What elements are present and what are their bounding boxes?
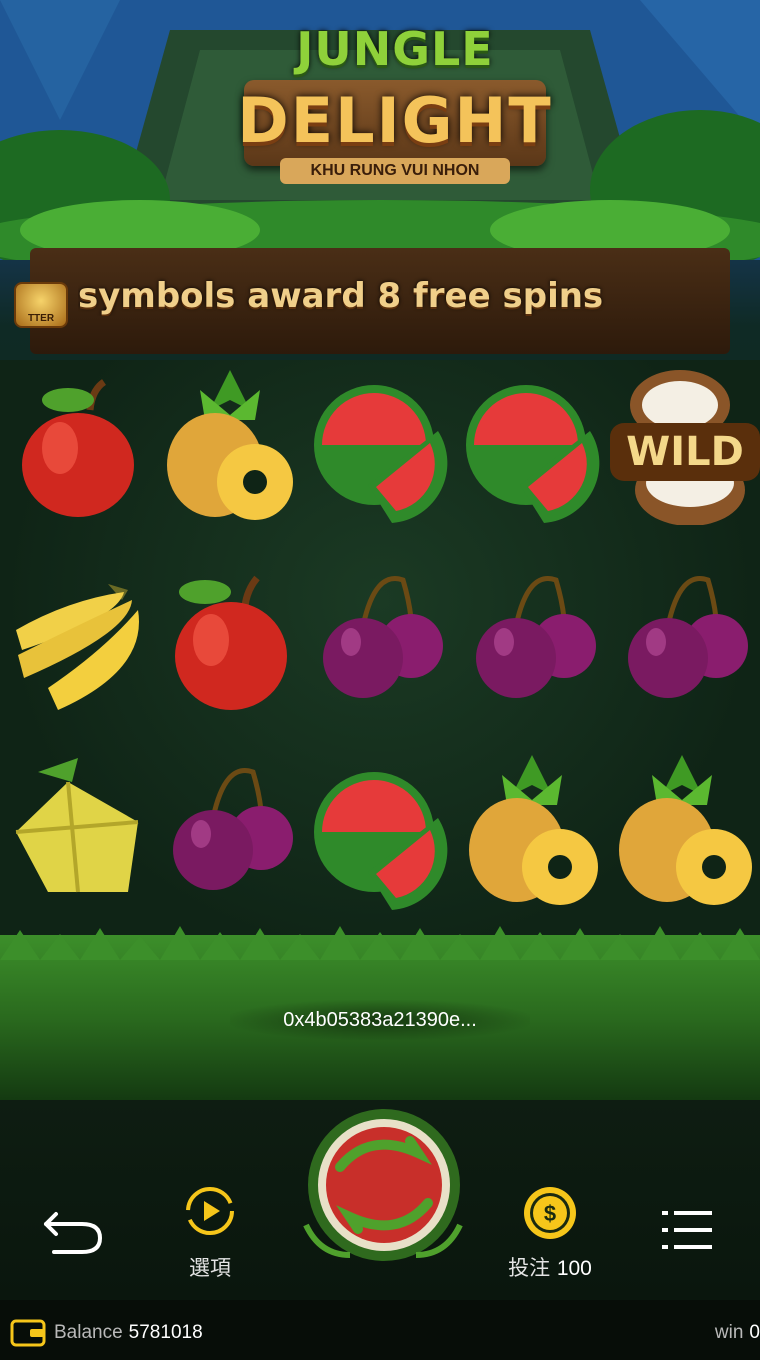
transaction-hash[interactable]: 0x4b05383a21390e... <box>230 1000 530 1040</box>
plum-icon <box>165 762 305 922</box>
bet-button[interactable]: $ 投注 100 <box>495 1185 605 1285</box>
plum-icon <box>468 570 608 730</box>
spin-button[interactable] <box>300 1105 464 1265</box>
pineapple-icon <box>160 360 300 520</box>
starfruit-icon <box>8 752 148 912</box>
plum-icon <box>315 570 455 730</box>
wild-label: WILD <box>626 429 744 475</box>
balance-value: 5781018 <box>128 1322 203 1343</box>
watermelon-spin-icon <box>303 1109 463 1261</box>
banner-message: symbols award 8 free spins <box>78 276 604 316</box>
back-button[interactable] <box>38 1200 108 1260</box>
apple-icon <box>165 570 305 730</box>
logo-title-line1: JUNGLE <box>296 22 494 76</box>
watermelon-icon <box>464 375 604 535</box>
game-logo: JUNGLE DELIGHT KHU RUNG VUI NHON <box>230 14 560 204</box>
balance-label: Balance <box>54 1322 123 1343</box>
wild-coconut-icon: WILD <box>610 365 760 526</box>
coin-dollar-icon: $ <box>524 1187 576 1239</box>
watermelon-icon <box>312 762 452 922</box>
menu-button[interactable] <box>660 1205 714 1255</box>
apple-icon <box>8 370 148 530</box>
game-screen: JUNGLE DELIGHT KHU RUNG VUI NHON TTER sy… <box>0 0 760 1360</box>
win-label: win <box>714 1322 744 1343</box>
logo-title-line2: DELIGHT <box>237 84 553 157</box>
back-arrow-icon <box>44 1212 103 1254</box>
banana-icon <box>8 570 148 730</box>
plum-icon <box>620 570 760 730</box>
options-label: 選項 <box>189 1256 231 1280</box>
wallet-icon <box>10 1319 46 1347</box>
win-value: 0 <box>749 1322 760 1343</box>
menu-list-icon <box>662 1211 712 1249</box>
bet-display: 投注 100 <box>495 1252 605 1282</box>
bet-label: 投注 <box>508 1256 551 1280</box>
pineapple-icon <box>462 745 602 905</box>
scatter-icon: TTER <box>14 282 68 328</box>
win-display: win 0 <box>715 1322 760 1344</box>
watermelon-icon <box>312 375 452 535</box>
svg-text:$: $ <box>544 1201 556 1226</box>
bet-value: 100 <box>556 1257 592 1280</box>
options-button[interactable]: 選項 <box>170 1185 250 1285</box>
grass-tufts <box>0 926 760 960</box>
play-settings-icon <box>186 1187 234 1235</box>
pineapple-icon <box>612 745 752 905</box>
logo-subtitle: KHU RUNG VUI NHON <box>310 162 480 179</box>
scatter-badge-label: TTER <box>27 313 55 324</box>
balance-display: Balance 5781018 <box>54 1322 203 1344</box>
